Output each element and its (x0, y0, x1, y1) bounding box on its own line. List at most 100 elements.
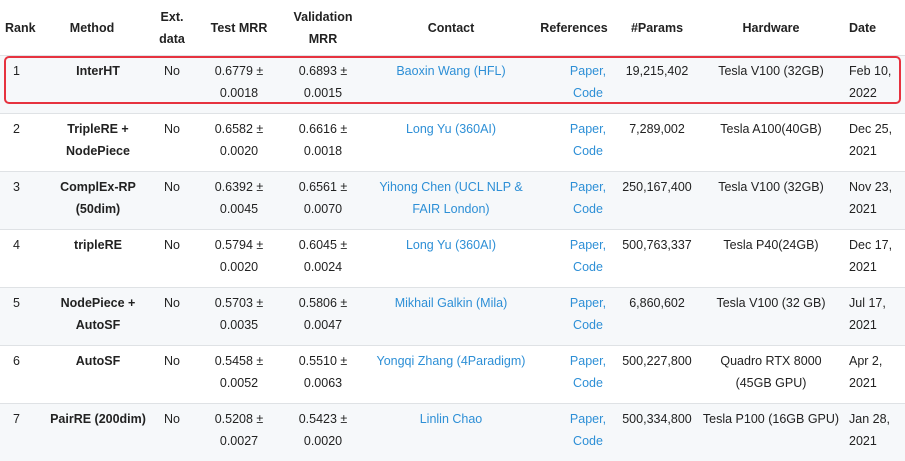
text-line: 0.0018 (303, 144, 343, 158)
contact-cell: Yihong Chen (UCL NLP & FAIR London) (366, 176, 536, 220)
date-cell: Feb 10, 2022 (849, 60, 903, 104)
paper-link[interactable]: Paper, (570, 64, 606, 78)
text-line: Baoxin Wang (HFL) (396, 64, 506, 78)
validation-mrr-cell: 0.5423 ± 0.0020 (284, 408, 362, 452)
text-line: 0.0027 (219, 434, 259, 448)
text-line: 2021 (849, 318, 877, 332)
text-line: Jan 28, (849, 412, 891, 426)
contact-link[interactable]: Long Yu (360AI) (366, 234, 536, 256)
test-mrr-cell: 0.5794 ± 0.0020 (200, 234, 278, 278)
text-line: 0.6616 ± (298, 122, 348, 136)
text-line: Linlin Chao (419, 412, 483, 426)
ext-data-cell: No (164, 122, 180, 136)
test-mrr-cell: 0.5703 ± 0.0035 (200, 292, 278, 336)
text-line: 0.0047 (303, 318, 343, 332)
text-line: Ext. (160, 9, 184, 24)
contact-link[interactable]: Baoxin Wang (HFL) (366, 60, 536, 82)
contact-cell: Linlin Chao (366, 408, 536, 430)
params-cell: 6,860,602 (629, 296, 685, 310)
ext-data-cell: No (164, 238, 180, 252)
text-line: 0.5794 ± (214, 238, 264, 252)
text-line: 0.5423 ± (298, 412, 348, 426)
code-link[interactable]: Code (573, 260, 603, 274)
text-line: MRR (308, 31, 338, 46)
paper-link[interactable]: Paper, (570, 180, 606, 194)
text-line: TripleRE + (67, 122, 129, 136)
text-line: #Params (630, 20, 684, 35)
table-row: 5 NodePiece + AutoSF No 0.5703 ± 0.0035 0.… (0, 287, 905, 345)
code-link[interactable]: Code (573, 434, 603, 448)
text-line: Tesla V100 (32GB) (718, 64, 824, 78)
text-line: 2021 (849, 260, 877, 274)
header-hardware: Hardware (700, 0, 842, 55)
header-params: #Params (614, 0, 700, 55)
hardware-cell: Tesla P100 (16GB GPU) (700, 408, 842, 430)
table-header: Rank Method Ext. data Test MRR Validation… (0, 0, 905, 55)
contact-link[interactable]: Mikhail Galkin (Mila) (366, 292, 536, 314)
text-line: NodePiece + (60, 296, 136, 310)
method-cell: ComplEx-RP (50dim) (42, 176, 154, 220)
text-line: Tesla V100 (32 GB) (716, 296, 826, 310)
contact-cell: Mikhail Galkin (Mila) (366, 292, 536, 314)
method-cell: TripleRE + NodePiece (42, 118, 154, 162)
text-line: Dec 17, (849, 238, 893, 252)
table-row: 6 AutoSF No 0.5458 ± 0.0052 0.5510 ± 0.006… (0, 345, 905, 403)
text-line: Apr 2, (849, 354, 883, 368)
validation-mrr-cell: 0.6045 ± 0.0024 (284, 234, 362, 278)
paper-link[interactable]: Paper, (570, 238, 606, 252)
text-line: Yihong Chen (UCL NLP & (379, 180, 523, 194)
contact-link[interactable]: Yongqi Zhang (4Paradigm) (366, 350, 536, 372)
text-line: 0.0015 (303, 86, 343, 100)
date-cell: Dec 25, 2021 (849, 118, 903, 162)
rank-cell: 2 (13, 122, 20, 136)
text-line: 0.5208 ± (214, 412, 264, 426)
code-link[interactable]: Code (573, 144, 603, 158)
text-line: 0.5806 ± (298, 296, 348, 310)
date-cell: Dec 17, 2021 (849, 234, 903, 278)
header-method: Method (52, 0, 132, 55)
text-line: Hardware (742, 20, 800, 35)
code-link[interactable]: Code (573, 86, 603, 100)
paper-link[interactable]: Paper, (570, 296, 606, 310)
text-line: data (159, 31, 185, 46)
method-cell: NodePiece + AutoSF (42, 292, 154, 336)
code-link[interactable]: Code (573, 202, 603, 216)
ext-data-cell: No (164, 354, 180, 368)
text-line: tripleRE (74, 238, 122, 252)
rank-cell: 1 (13, 64, 20, 78)
leaderboard-table: Rank Method Ext. data Test MRR Validation… (0, 0, 905, 461)
text-line: Tesla A100(40GB) (720, 122, 822, 136)
header-references: References (540, 0, 608, 55)
date-cell: Nov 23, 2021 (849, 176, 903, 220)
validation-mrr-cell: 0.5510 ± 0.0063 (284, 350, 362, 394)
contact-cell: Baoxin Wang (HFL) (366, 60, 536, 82)
text-line: PairRE (200dim) (50, 412, 146, 426)
ext-data-cell: No (164, 412, 180, 426)
params-cell: 500,334,800 (622, 412, 692, 426)
paper-link[interactable]: Paper, (570, 412, 606, 426)
contact-link[interactable]: Long Yu (360AI) (366, 118, 536, 140)
text-line: ComplEx-RP (60, 180, 136, 194)
contact-cell: Long Yu (360AI) (366, 234, 536, 256)
params-cell: 19,215,402 (625, 64, 689, 78)
text-line: 2022 (849, 86, 877, 100)
contact-link[interactable]: Linlin Chao (366, 408, 536, 430)
table-row: 1 InterHT No 0.6779 ± 0.0018 0.6893 ± 0.00… (0, 55, 905, 113)
hardware-cell: Tesla A100(40GB) (700, 118, 842, 140)
text-line: 0.0045 (219, 202, 259, 216)
test-mrr-cell: 0.6392 ± 0.0045 (200, 176, 278, 220)
code-link[interactable]: Code (573, 318, 603, 332)
text-line: Yongqi Zhang (4Paradigm) (376, 354, 526, 368)
header-rank: Rank (5, 0, 45, 55)
hardware-cell: Quadro RTX 8000 (45GB GPU) (700, 350, 842, 394)
text-line: 0.0020 (219, 260, 259, 274)
code-link[interactable]: Code (573, 376, 603, 390)
paper-link[interactable]: Paper, (570, 354, 606, 368)
text-line: 0.5458 ± (214, 354, 264, 368)
text-line: 0.6893 ± (298, 64, 348, 78)
table-row: 7 PairRE (200dim) No 0.5208 ± 0.0027 0.54… (0, 403, 905, 461)
paper-link[interactable]: Paper, (570, 122, 606, 136)
text-line: Tesla P100 (16GB GPU) (702, 412, 840, 426)
text-line: (45GB GPU) (735, 376, 807, 390)
contact-link[interactable]: Yihong Chen (UCL NLP & FAIR London) (366, 176, 536, 220)
